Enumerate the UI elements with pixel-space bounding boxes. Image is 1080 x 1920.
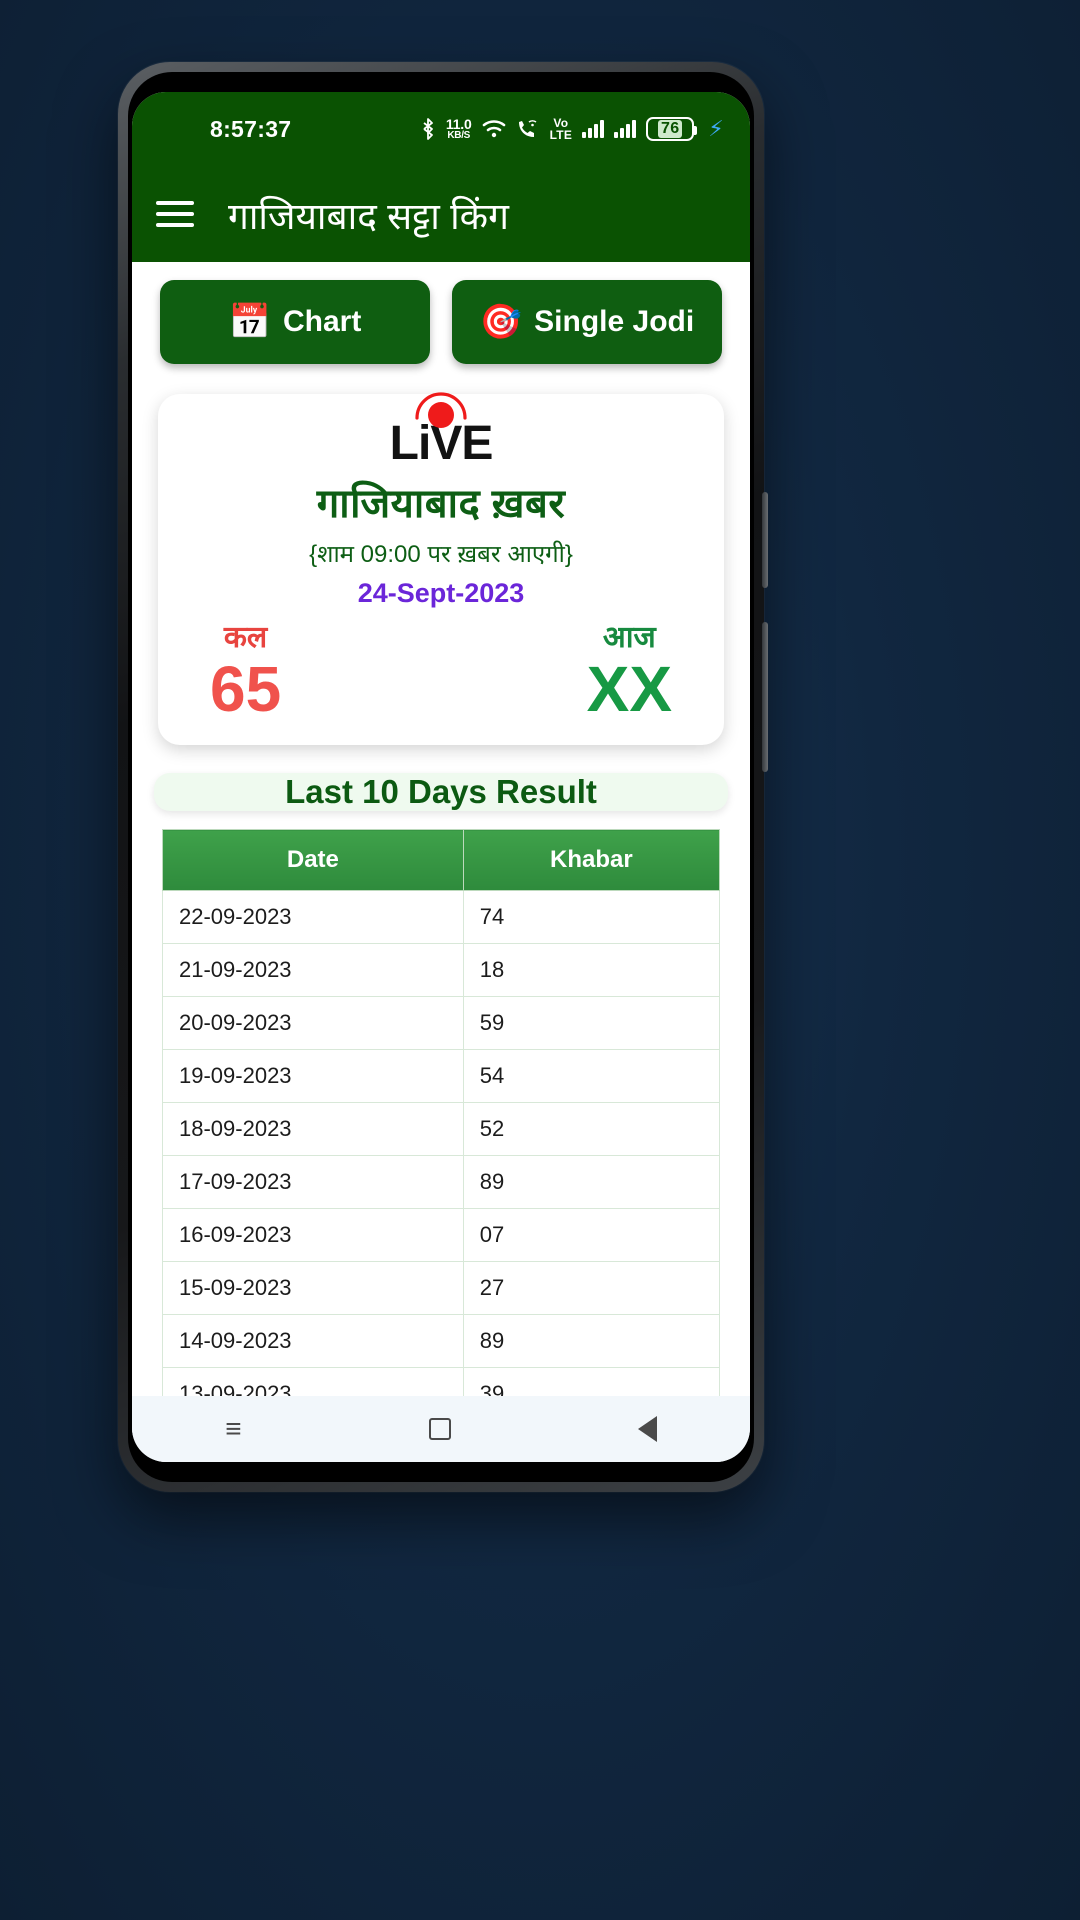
cell-date: 15-09-2023 [162, 1261, 464, 1316]
cell-date: 20-09-2023 [162, 996, 464, 1051]
chart-button[interactable]: 📅 Chart [160, 280, 430, 364]
results-row: कल 65 आज XX [176, 615, 706, 723]
khabar-title: गाजियाबाद ख़बर [316, 482, 566, 526]
cell-khabar: 52 [462, 1102, 721, 1157]
khabar-note: {शाम 09:00 पर ख़बर आएगी} [309, 541, 573, 568]
status-clock: 8:57:37 [210, 115, 292, 142]
cell-date: 18-09-2023 [162, 1102, 464, 1157]
table-header-row: Date Khabar [162, 829, 721, 892]
cell-khabar: 54 [462, 1049, 721, 1104]
hamburger-menu-icon[interactable] [156, 201, 194, 227]
table-row: 17-09-2023 89 [162, 1155, 721, 1210]
app-content: 📅 Chart 🎯 Single Jodi LiVE गाजियाबाद ख़ब… [132, 262, 750, 1396]
table-row: 20-09-2023 59 [162, 996, 721, 1051]
cell-khabar: 74 [462, 890, 721, 945]
signal-bars-icon-sim1 [582, 120, 605, 138]
table-row: 22-09-2023 74 [162, 890, 721, 945]
volume-button[interactable] [762, 622, 768, 772]
phone-device-frame: 8:57:37 11.0 KB/S Vo LTE 76 ⚡ गाजियाबाद … [118, 62, 768, 1492]
call-icon [516, 118, 540, 140]
cell-khabar: 59 [462, 996, 721, 1051]
chart-button-label: Chart [283, 305, 362, 338]
table-body: 22-09-2023 74 21-09-2023 18 20-09-2023 59 19-0… [162, 890, 721, 1396]
live-logo: LiVE [176, 392, 706, 468]
signal-bars-icon-sim2 [614, 120, 637, 138]
column-header-date: Date [162, 829, 464, 892]
bluetooth-icon [420, 117, 436, 141]
live-red-dot-icon [428, 402, 454, 428]
table-row: 15-09-2023 27 [162, 1261, 721, 1316]
today-value: XX [586, 653, 672, 725]
phone-screen: 8:57:37 11.0 KB/S Vo LTE 76 ⚡ गाजियाबाद … [132, 92, 750, 1462]
cell-khabar: 89 [462, 1155, 721, 1210]
charging-bolt-icon: ⚡ [708, 116, 724, 141]
single-jodi-button-label: Single Jodi [534, 305, 695, 338]
app-title: गाजियाबाद सट्टा किंग [228, 195, 509, 237]
battery-level-text: 76 [658, 120, 683, 138]
calendar-icon: 📅 [228, 303, 271, 341]
android-nav-bar: ≡ [132, 1396, 750, 1462]
today-label: आज [602, 621, 656, 654]
cell-khabar: 89 [462, 1314, 721, 1369]
last-10-days-banner: Last 10 Days Result [154, 773, 728, 812]
status-icons-group: 11.0 KB/S Vo LTE 76 ⚡ [420, 116, 724, 142]
volte-line-2: LTE [549, 128, 573, 142]
cell-khabar: 18 [462, 943, 721, 998]
results-table: Date Khabar 22-09-2023 74 21-09-2023 18 20-0… [162, 829, 721, 1396]
network-speed-unit: KB/S [447, 130, 471, 141]
column-header-khabar: Khabar [462, 829, 721, 892]
cell-khabar: 07 [462, 1208, 721, 1263]
target-dart-icon: 🎯 [479, 303, 523, 341]
power-button[interactable] [762, 492, 768, 588]
status-bar: 8:57:37 11.0 KB/S Vo LTE 76 ⚡ [132, 92, 750, 166]
cell-date: 21-09-2023 [162, 943, 464, 998]
volte-icon: Vo LTE [550, 117, 573, 141]
wifi-icon [482, 119, 506, 139]
network-speed-indicator: 11.0 KB/S [446, 117, 472, 141]
table-row: 19-09-2023 54 [162, 1049, 721, 1104]
table-row: 21-09-2023 18 [162, 943, 721, 998]
cell-date: 14-09-2023 [162, 1314, 464, 1369]
cell-date: 13-09-2023 [162, 1367, 464, 1396]
table-row: 18-09-2023 52 [162, 1102, 721, 1157]
cell-date: 19-09-2023 [162, 1049, 464, 1104]
last-10-days-title: Last 10 Days Result [285, 773, 597, 811]
cell-date: 17-09-2023 [162, 1155, 464, 1210]
yesterday-result: कल 65 [210, 615, 281, 723]
cell-khabar: 27 [462, 1261, 721, 1316]
yesterday-value: 65 [210, 653, 282, 725]
cell-date: 16-09-2023 [162, 1208, 464, 1263]
recents-icon[interactable]: ≡ [225, 1413, 242, 1445]
today-result: आज XX [587, 615, 672, 723]
cell-date: 22-09-2023 [162, 890, 464, 945]
back-triangle-icon[interactable] [637, 1416, 657, 1442]
table-row: 14-09-2023 89 [162, 1314, 721, 1369]
single-jodi-button[interactable]: 🎯 Single Jodi [452, 280, 722, 364]
battery-icon: 76 [646, 117, 698, 141]
home-square-icon[interactable] [429, 1418, 452, 1440]
yesterday-label: कल [223, 621, 268, 654]
nav-buttons-row: 📅 Chart 🎯 Single Jodi [132, 262, 750, 378]
khabar-date: 24-Sept-2023 [357, 578, 525, 608]
live-result-card: LiVE गाजियाबाद ख़बर {शाम 09:00 पर ख़बर आ… [158, 392, 724, 746]
app-bar: गाजियाबाद सट्टा किंग [132, 166, 750, 262]
table-row: 16-09-2023 07 [162, 1208, 721, 1263]
cell-khabar: 39 [462, 1367, 721, 1396]
table-row: 13-09-2023 39 [162, 1367, 721, 1396]
